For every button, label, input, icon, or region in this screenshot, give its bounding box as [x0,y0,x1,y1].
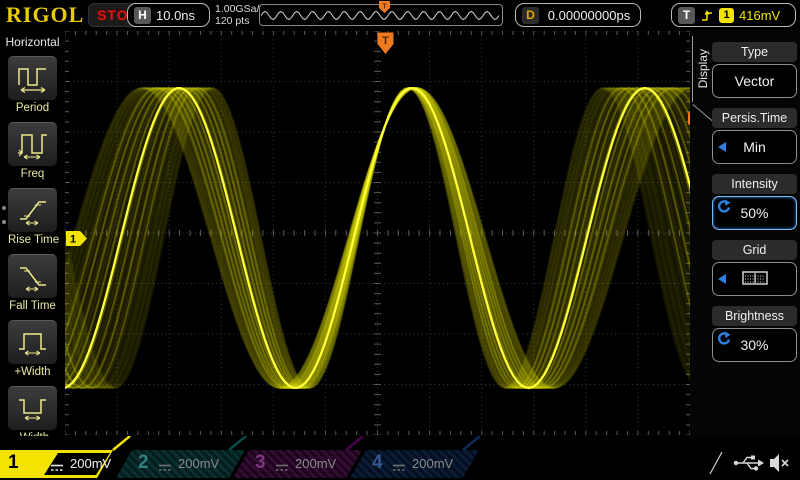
menu-button-plus-width[interactable]: +Width [8,320,57,378]
channel-scale: 200mV [178,456,219,471]
period-icon [8,56,57,100]
top-bar: RIGOL STOP H 10.0ns 1.00GSa/s 120 pts T … [0,0,800,30]
menu-button-label: Rise Time [8,232,57,246]
sample-rate: 1.00GSa/s [215,3,265,15]
chevron-left-icon [718,274,726,284]
minus-width-icon [8,386,57,430]
menu-item-value-intensity[interactable]: 50% [712,196,797,230]
menu-item-value-persistence[interactable]: Min [712,130,797,164]
rising-edge-icon [700,7,714,24]
rise-time-icon [8,188,57,232]
menu-page-dot [2,206,6,210]
fall-time-icon [8,254,57,298]
menu-item-brightness: Brightness 30% [712,306,797,362]
status-icons [706,450,794,480]
plus-width-icon [8,320,57,364]
menu-item-label: Intensity [712,174,797,194]
right-menu-panel: Display Type Vector Persis.Time Min Inte… [690,30,800,450]
display-tab-divider [692,104,713,121]
menu-item-persistence: Persis.Time Min [712,108,797,164]
usb-icon [734,456,764,471]
memory-depth: 120 pts [215,15,265,27]
menu-tab-display: Display [692,36,712,102]
menu-page-dot [2,220,6,224]
brand-logo: RIGOL [6,2,84,28]
channel-scale: 200mV [412,456,453,471]
knob-rotate-icon [716,199,731,217]
channel-status-bar: 1 200mV 2 200mV 3 200mV [0,436,800,480]
scope-screen[interactable] [65,31,690,435]
channel-number: 3 [255,452,266,474]
trigger-position-marker[interactable]: T [377,32,394,60]
timebase-value: 10.0ns [156,8,195,23]
coupling-icon [392,459,406,477]
menu-item-label: Brightness [712,306,797,326]
delay-box[interactable]: D 0.00000000ps [515,3,641,27]
svg-text:T: T [382,35,389,47]
left-sidebar: Horizontal Period Freq [0,30,65,450]
menu-item-grid: Grid [712,240,797,296]
channel-tab-3[interactable]: 3 200mV [233,450,364,478]
oscilloscope-ui: RIGOL STOP H 10.0ns 1.00GSa/s 120 pts T … [0,0,800,480]
menu-item-label: Grid [712,240,797,260]
channel-tab-1[interactable]: 1 200mV [0,450,131,478]
channel-number: 1 [8,452,19,474]
trigger-level-value: 416mV [739,8,780,23]
menu-item-intensity: Intensity 50% [712,174,797,230]
coupling-icon [158,459,172,477]
delay-badge: D [522,7,539,24]
channel1-ground-marker[interactable]: 1 [66,231,88,252]
channel-scale: 200mV [295,456,336,471]
menu-button-label: +Width [8,364,57,378]
horizontal-badge: H [134,7,151,24]
menu-button-rise-time[interactable]: Rise Time [8,188,57,246]
menu-item-value-brightness[interactable]: 30% [712,328,797,362]
menu-item-label: Type [712,42,797,62]
svg-text:1: 1 [70,234,76,246]
menu-item-label: Persis.Time [712,108,797,128]
coupling-icon [275,459,289,477]
coupling-icon [50,459,64,477]
status-divider [710,452,722,474]
trigger-position-marker-mini[interactable]: T [378,0,391,14]
trigger-badge: T [678,7,695,24]
menu-item-value-grid[interactable] [712,262,797,296]
channel-tab-4[interactable]: 4 200mV [350,450,481,478]
channel-number: 2 [138,452,149,474]
menu-button-label: Freq [8,166,57,180]
left-menu-title: Horizontal [0,30,65,49]
delay-value: 0.00000000ps [548,8,630,23]
trigger-source-badge: 1 [719,8,734,23]
chevron-left-icon [718,142,726,152]
freq-icon [8,122,57,166]
channel-tab-slants [95,436,495,451]
menu-button-freq[interactable]: Freq [8,122,57,180]
menu-item-value-type[interactable]: Vector [712,64,797,98]
trigger-box[interactable]: T 1 416mV [671,3,796,27]
menu-button-period[interactable]: Period [8,56,57,114]
channel-tab-2[interactable]: 2 200mV [116,450,247,478]
menu-button-label: Period [8,100,57,114]
menu-button-label: Fall Time [8,298,57,312]
acquisition-info: 1.00GSa/s 120 pts [215,3,265,27]
channel-scale: 200mV [70,456,111,471]
grid-icon [742,271,768,288]
svg-text:T: T [382,4,387,11]
menu-button-fall-time[interactable]: Fall Time [8,254,57,312]
knob-rotate-icon [716,331,731,349]
speaker-muted-icon [770,454,788,472]
menu-item-type: Type Vector [712,42,797,98]
channel-number: 4 [372,452,383,474]
horizontal-timebase-box[interactable]: H 10.0ns [127,3,210,27]
